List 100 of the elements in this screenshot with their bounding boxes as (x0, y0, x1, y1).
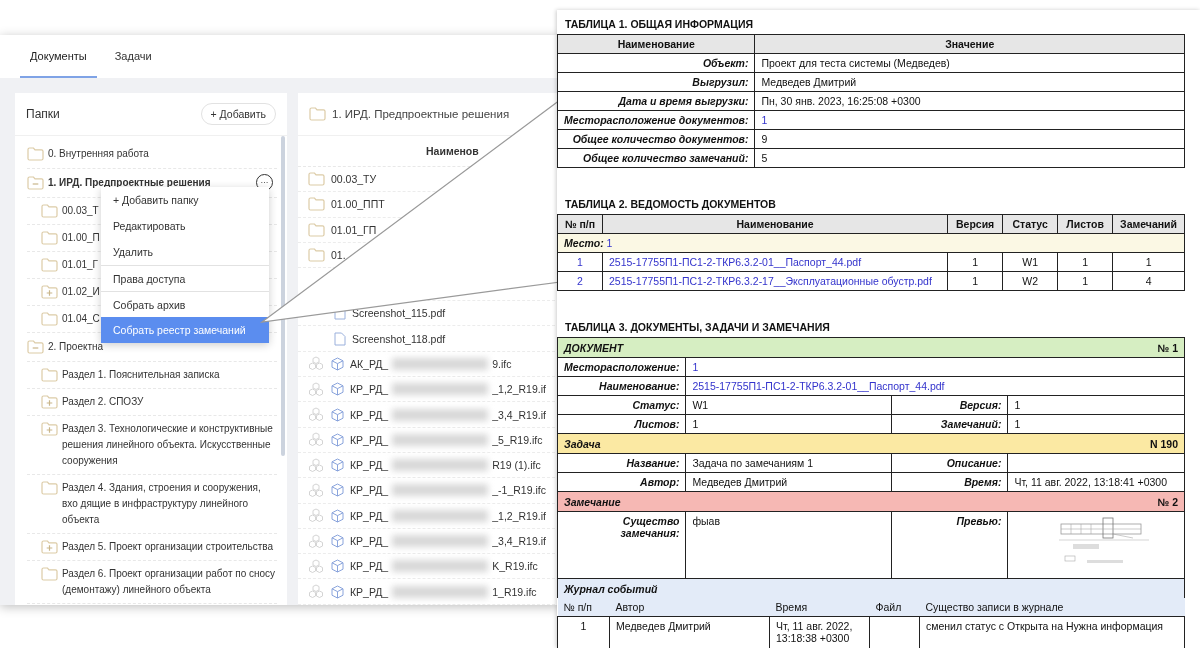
file-name-start[interactable]: КР_РД_ (350, 509, 389, 522)
table-cell: 1 (557, 252, 603, 272)
folder-plus-icon[interactable] (41, 422, 58, 436)
column-header[interactable]: Наименов (426, 145, 479, 157)
file-name-end[interactable]: R19 (1).ifc (492, 459, 541, 472)
cube-icon (331, 584, 344, 599)
file-name-start[interactable]: КР_РД_ (350, 585, 389, 598)
menu-item[interactable]: Собрать архив (101, 291, 269, 317)
table-cell: 1 (947, 271, 1003, 291)
column-header: Наименование (602, 214, 948, 234)
file-name[interactable]: Screenshot_115.pdf (352, 307, 446, 320)
folder-name[interactable]: Раздел 5. Проект организации строительства (62, 539, 274, 555)
cubes-icon[interactable] (308, 508, 324, 524)
cube-icon (331, 458, 344, 473)
column-header: Файл (869, 598, 920, 617)
file-name-end[interactable]: _3,4_R19.if (492, 408, 546, 421)
column-header: Версия (947, 214, 1003, 234)
table-cell: 1 (947, 252, 1003, 272)
folder-name[interactable]: 00.03_Т (62, 203, 99, 219)
folder-minus-icon[interactable] (27, 176, 44, 190)
link[interactable]: 1 (685, 357, 1185, 377)
column-header: Значение (754, 34, 1185, 54)
add-button[interactable]: + Добавить (200, 103, 276, 125)
folder-name[interactable]: 0. Внутренняя работа (48, 146, 149, 162)
file-name[interactable]: 01.01_ГП (331, 223, 377, 236)
menu-item[interactable]: Удалить (101, 239, 269, 265)
field-value: 1 (1007, 414, 1185, 434)
document-icon (334, 331, 346, 346)
menu-item[interactable]: Редактировать (101, 213, 269, 239)
link[interactable]: 1 (606, 237, 613, 249)
folder-name[interactable]: Раздел 6. Проект организации работ по сносу (демонтажу) линейного объекта (62, 566, 277, 598)
file-name[interactable]: 01. (331, 249, 346, 262)
folder-name[interactable]: 01.02_И (62, 284, 100, 300)
folder-name[interactable]: 2. Проектна (48, 339, 104, 355)
file-name-start[interactable]: КР_РД_ (350, 383, 389, 396)
menu-item[interactable]: Права доступа (101, 265, 269, 291)
tab[interactable]: Задачи (104, 35, 162, 78)
file-name-start[interactable]: КР_РД_ (350, 484, 389, 497)
file-name-start[interactable]: АК_РД_ (350, 357, 389, 370)
folder-plus-icon[interactable] (41, 540, 58, 554)
file-name-end[interactable]: K_R19.ifc (492, 560, 538, 573)
file-name-end[interactable]: 9.ifc (492, 357, 512, 370)
cubes-icon[interactable] (308, 381, 324, 397)
folder-name[interactable]: 01.01_Г (62, 257, 98, 273)
folder-name[interactable]: 01.00_П (62, 230, 100, 246)
field-label: Наименование: (557, 376, 686, 396)
column-header: Наименование (557, 34, 755, 54)
cube-icon (331, 382, 344, 397)
file-name-start[interactable]: КР_РД_ (350, 535, 389, 547)
file-name-start[interactable]: КР_РД_ (350, 459, 389, 472)
file-name-end[interactable]: _1,2_R19.if (492, 509, 546, 522)
cube-icon (331, 356, 344, 371)
file-name-end[interactable]: _1,2_R19.if (492, 383, 546, 396)
cubes-icon[interactable] (308, 356, 324, 372)
file-name-start[interactable]: КР_РД_ (350, 433, 389, 446)
file-name[interactable]: Screenshot_118.pdf (352, 332, 446, 345)
folder-plus-icon[interactable] (41, 395, 58, 409)
column-header: № п/п (557, 214, 603, 234)
file-name-end[interactable]: 1_R19.ifc (492, 585, 537, 598)
link[interactable]: 2515-17755П1-ПС1-2-ТКР6.3.2-01__Паспорт_44.pdf (685, 376, 1185, 396)
tab[interactable]: Документы (20, 35, 97, 78)
folder-icon (309, 107, 326, 121)
cube-icon (331, 432, 344, 447)
file-name[interactable]: 01.00_ППТ (331, 198, 385, 211)
folder-name[interactable]: Раздел 4. Здания, строения и сооружения, вхо дящие в инфраструктуру линейного объекта (62, 480, 277, 528)
folder-minus-icon[interactable] (27, 340, 44, 354)
file-name-end[interactable]: _-1_R19.ifc (492, 484, 546, 497)
link[interactable]: 1 (754, 110, 1185, 130)
folder-plus-icon[interactable] (41, 285, 58, 299)
file-name-start[interactable]: КР_РД_ (350, 560, 389, 573)
cubes-icon[interactable] (308, 482, 324, 498)
folder-name[interactable]: Раздел 3. Технологические и конструктивные решения линейного объекта. Искусственные сооружения (62, 421, 277, 469)
cubes-icon[interactable] (308, 533, 324, 549)
cubes-icon[interactable] (308, 457, 324, 473)
cubes-icon[interactable] (308, 432, 324, 448)
cube-icon (331, 483, 344, 498)
folder-icon (41, 204, 58, 218)
field-value: 1 (1007, 395, 1185, 415)
menu-item[interactable]: + Добавить папку (101, 187, 269, 213)
link[interactable]: 2515-17755П1-ПС1-2-ТКР6.3.2-01__Паспорт_44.pdf (602, 252, 948, 272)
file-name-end[interactable]: _3,4_R19.if (492, 535, 546, 547)
field-label: Листов: (557, 414, 686, 434)
field-value: 5 (754, 148, 1185, 168)
cubes-icon[interactable] (308, 407, 324, 422)
panel-title: 1. ИРД. Предпроектные решения (332, 108, 510, 120)
field-value: Пн, 30 янв. 2023, 16:25:08 +0300 (754, 91, 1185, 111)
cubes-icon[interactable] (308, 558, 324, 574)
folder-icon (27, 147, 44, 161)
field-value: Медведев Дмитрий (685, 472, 892, 492)
folder-name[interactable]: 01.04_С (62, 311, 100, 327)
field-label: Описание: (891, 453, 1008, 473)
file-name[interactable]: 00.03_ТУ (331, 173, 377, 186)
folder-icon (41, 231, 58, 245)
cubes-icon[interactable] (308, 584, 324, 600)
folder-name[interactable]: Раздел 2. СПОЗУ (62, 394, 144, 410)
link[interactable]: 2515-17755П1-ПС1-2-ТКР6.3.2-17__Эксплуатационные обустр.pdf (602, 271, 948, 291)
folder-name[interactable]: Раздел 1. Пояснительная записка (62, 367, 220, 383)
file-name-start[interactable]: КР_РД_ (350, 408, 389, 421)
file-name-end[interactable]: _5_R19.ifc (492, 433, 543, 446)
scrollbar[interactable] (281, 136, 285, 456)
